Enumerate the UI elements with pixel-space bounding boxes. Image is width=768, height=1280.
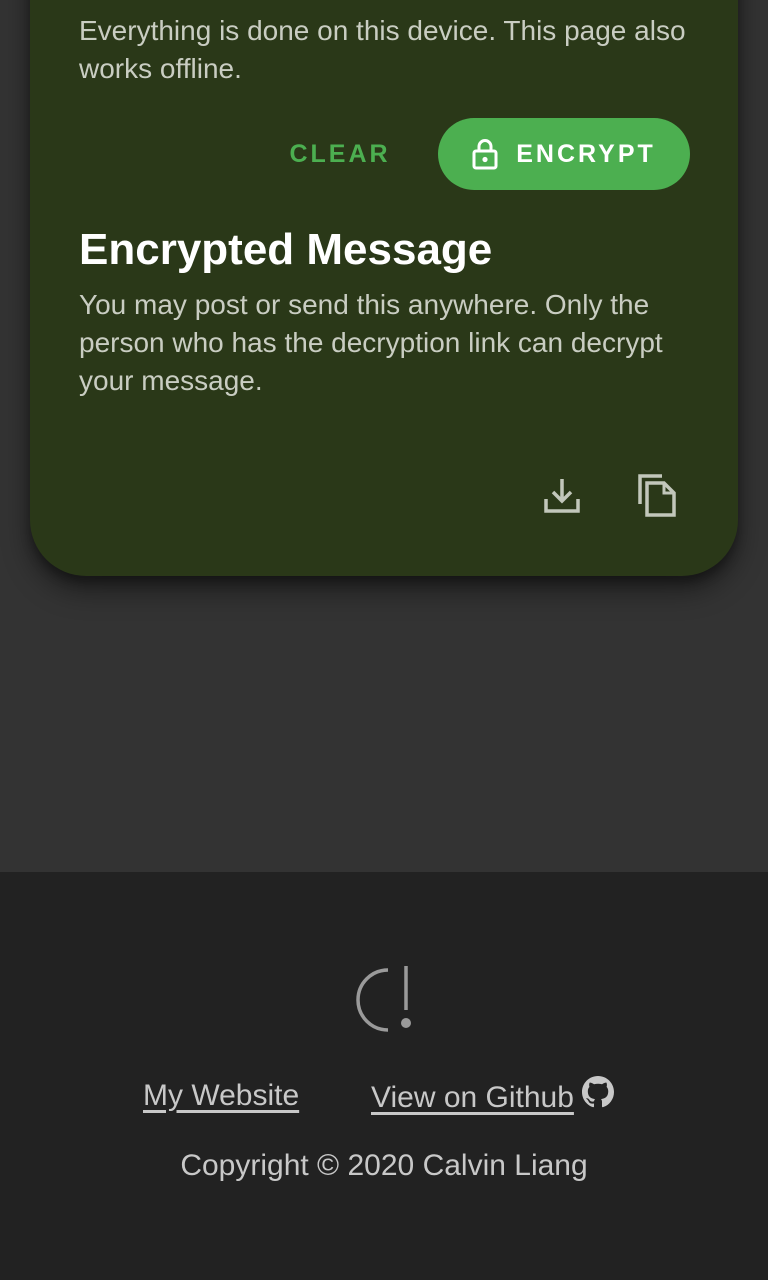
view-on-github-link[interactable]: View on Github — [371, 1076, 614, 1119]
footer: My Website View on Github Copyright © 20… — [0, 872, 768, 1280]
download-button[interactable] — [534, 468, 590, 524]
copyright-text: Copyright © 2020 Calvin Liang — [180, 1149, 588, 1182]
footer-links: My Website View on Github — [0, 1076, 768, 1120]
my-website-link[interactable]: My Website — [143, 1076, 299, 1116]
copy-button[interactable] — [629, 468, 685, 524]
encrypted-message-description: You may post or send this anywhere. Only… — [79, 289, 663, 396]
page: Everything is done on this device. This … — [0, 0, 768, 1280]
copy-icon — [636, 472, 678, 521]
encrypted-message-title: Encrypted Message — [79, 225, 493, 274]
encrypt-button-label: ENCRYPT — [516, 139, 656, 168]
intro-text: Everything is done on this device. This … — [79, 15, 686, 84]
card-actions: CLEAR ENCRYPT — [30, 118, 738, 190]
message-card: Everything is done on this device. This … — [30, 0, 738, 576]
view-on-github-label: View on Github — [371, 1080, 574, 1114]
encrypt-button[interactable]: ENCRYPT — [438, 118, 690, 190]
logo-icon — [348, 966, 420, 1038]
github-icon — [581, 1076, 614, 1119]
download-icon — [542, 475, 582, 518]
lock-icon — [472, 138, 498, 170]
clear-button[interactable]: CLEAR — [270, 118, 410, 190]
